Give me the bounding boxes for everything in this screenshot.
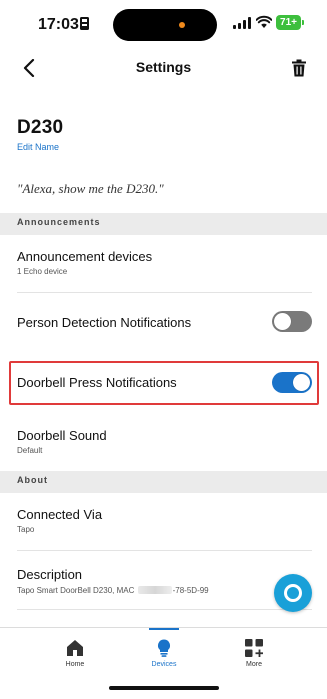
grid-plus-icon [245,639,263,657]
row-subtitle: 1 Echo device [17,267,68,276]
row-subtitle: Tapo [17,525,35,534]
cellular-signal-icon [233,17,253,29]
section-header-announcements: Announcements [0,213,327,235]
battery-icon: 71+ [276,15,304,30]
nav-more[interactable]: More [219,628,289,678]
announcement-devices-row[interactable]: Announcement devices 1 Echo device [0,235,327,293]
nav-label: More [246,661,262,668]
trash-icon[interactable] [289,56,309,80]
connected-via-row: Connected Via Tapo [0,493,327,549]
page-title: Settings [135,59,192,75]
dynamic-island [113,9,217,41]
section-title: About [17,475,48,485]
nav-label: Home [65,661,85,668]
top-bar: Settings [0,48,327,88]
row-title: Description [17,567,83,582]
nav-home[interactable]: Home [40,628,110,678]
device-name: D230 [17,117,64,138]
section-title: Announcements [17,217,101,227]
status-time: 17:03 [38,16,79,33]
row-title: Person Detection Notifications [17,315,192,330]
divider [17,609,312,610]
toggle-knob [293,374,310,391]
row-subtitle: Default [17,446,43,455]
section-header-about: About [0,471,327,493]
doorbell-press-row: Doorbell Press Notifications [0,361,327,405]
toggle-knob [274,313,291,330]
row-title: Doorbell Sound [17,428,107,443]
nav-label: Devices [151,661,177,668]
description-text: Tapo Smart DoorBell D230, MAC -78-5D-99 [17,586,209,595]
person-detection-row: Person Detection Notifications [0,293,327,353]
doorbell-sound-row[interactable]: Doorbell Sound Default [0,412,327,470]
nav-devices[interactable]: Devices [129,628,199,678]
edit-name-link[interactable]: Edit Name [17,142,59,152]
home-icon [67,640,83,656]
row-title: Connected Via [17,507,103,522]
home-indicator [109,686,219,690]
active-indicator [149,628,179,630]
person-detection-toggle[interactable] [272,311,312,332]
alexa-phrase: "Alexa, show me the D230." [17,181,164,196]
redacted-mac [137,586,172,594]
chevron-left-icon[interactable] [18,56,40,80]
status-bar: 17:03 71+ [0,0,327,48]
description-suffix: -78-5D-99 [172,586,209,595]
row-title: Announcement devices [17,249,153,264]
recording-indicator-icon [179,22,185,28]
doorbell-press-toggle[interactable] [272,372,312,393]
alexa-button[interactable] [274,574,312,612]
row-title: Doorbell Press Notifications [17,375,177,390]
sim-card-icon [80,17,89,30]
alexa-ring-icon [284,584,302,602]
wifi-icon [256,15,272,28]
description-prefix: Tapo Smart DoorBell D230, MAC [17,586,137,595]
settings-screen: 17:03 71+ Settings D230 Edit Name "Alexa… [0,0,327,699]
lightbulb-icon [157,639,171,657]
